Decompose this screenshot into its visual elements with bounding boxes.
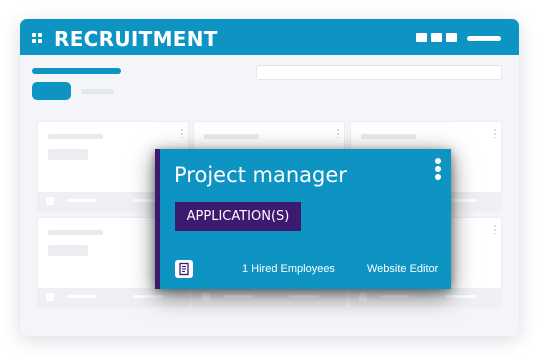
kebab-icon[interactable] [494,225,496,234]
tab-placeholder[interactable] [81,89,114,94]
menu-bar-icon[interactable] [467,36,501,41]
title-bar: RECRUITMENT [20,19,519,55]
kebab-icon[interactable] [494,129,496,138]
page-heading-placeholder [32,68,121,74]
kebab-icon[interactable] [337,129,339,138]
window-control-icon[interactable] [446,33,457,42]
job-card[interactable]: Project manager APPLICATION(S) 1 Hired E… [155,149,451,289]
window-control-icon[interactable] [431,33,442,42]
applications-button[interactable]: APPLICATION(S) [175,202,301,231]
app-title: RECRUITMENT [54,27,218,51]
hired-employees-count[interactable]: 1 Hired Employees [242,263,335,275]
kebab-icon[interactable] [435,158,441,180]
create-button-placeholder[interactable] [32,82,71,100]
kebab-icon[interactable] [181,129,183,138]
search-input[interactable] [256,65,502,80]
job-title: Project manager [174,163,347,187]
job-role-label: Website Editor [367,263,439,275]
document-icon[interactable] [175,260,193,278]
window-control-icon[interactable] [416,33,427,42]
grid-icon[interactable] [32,33,42,43]
